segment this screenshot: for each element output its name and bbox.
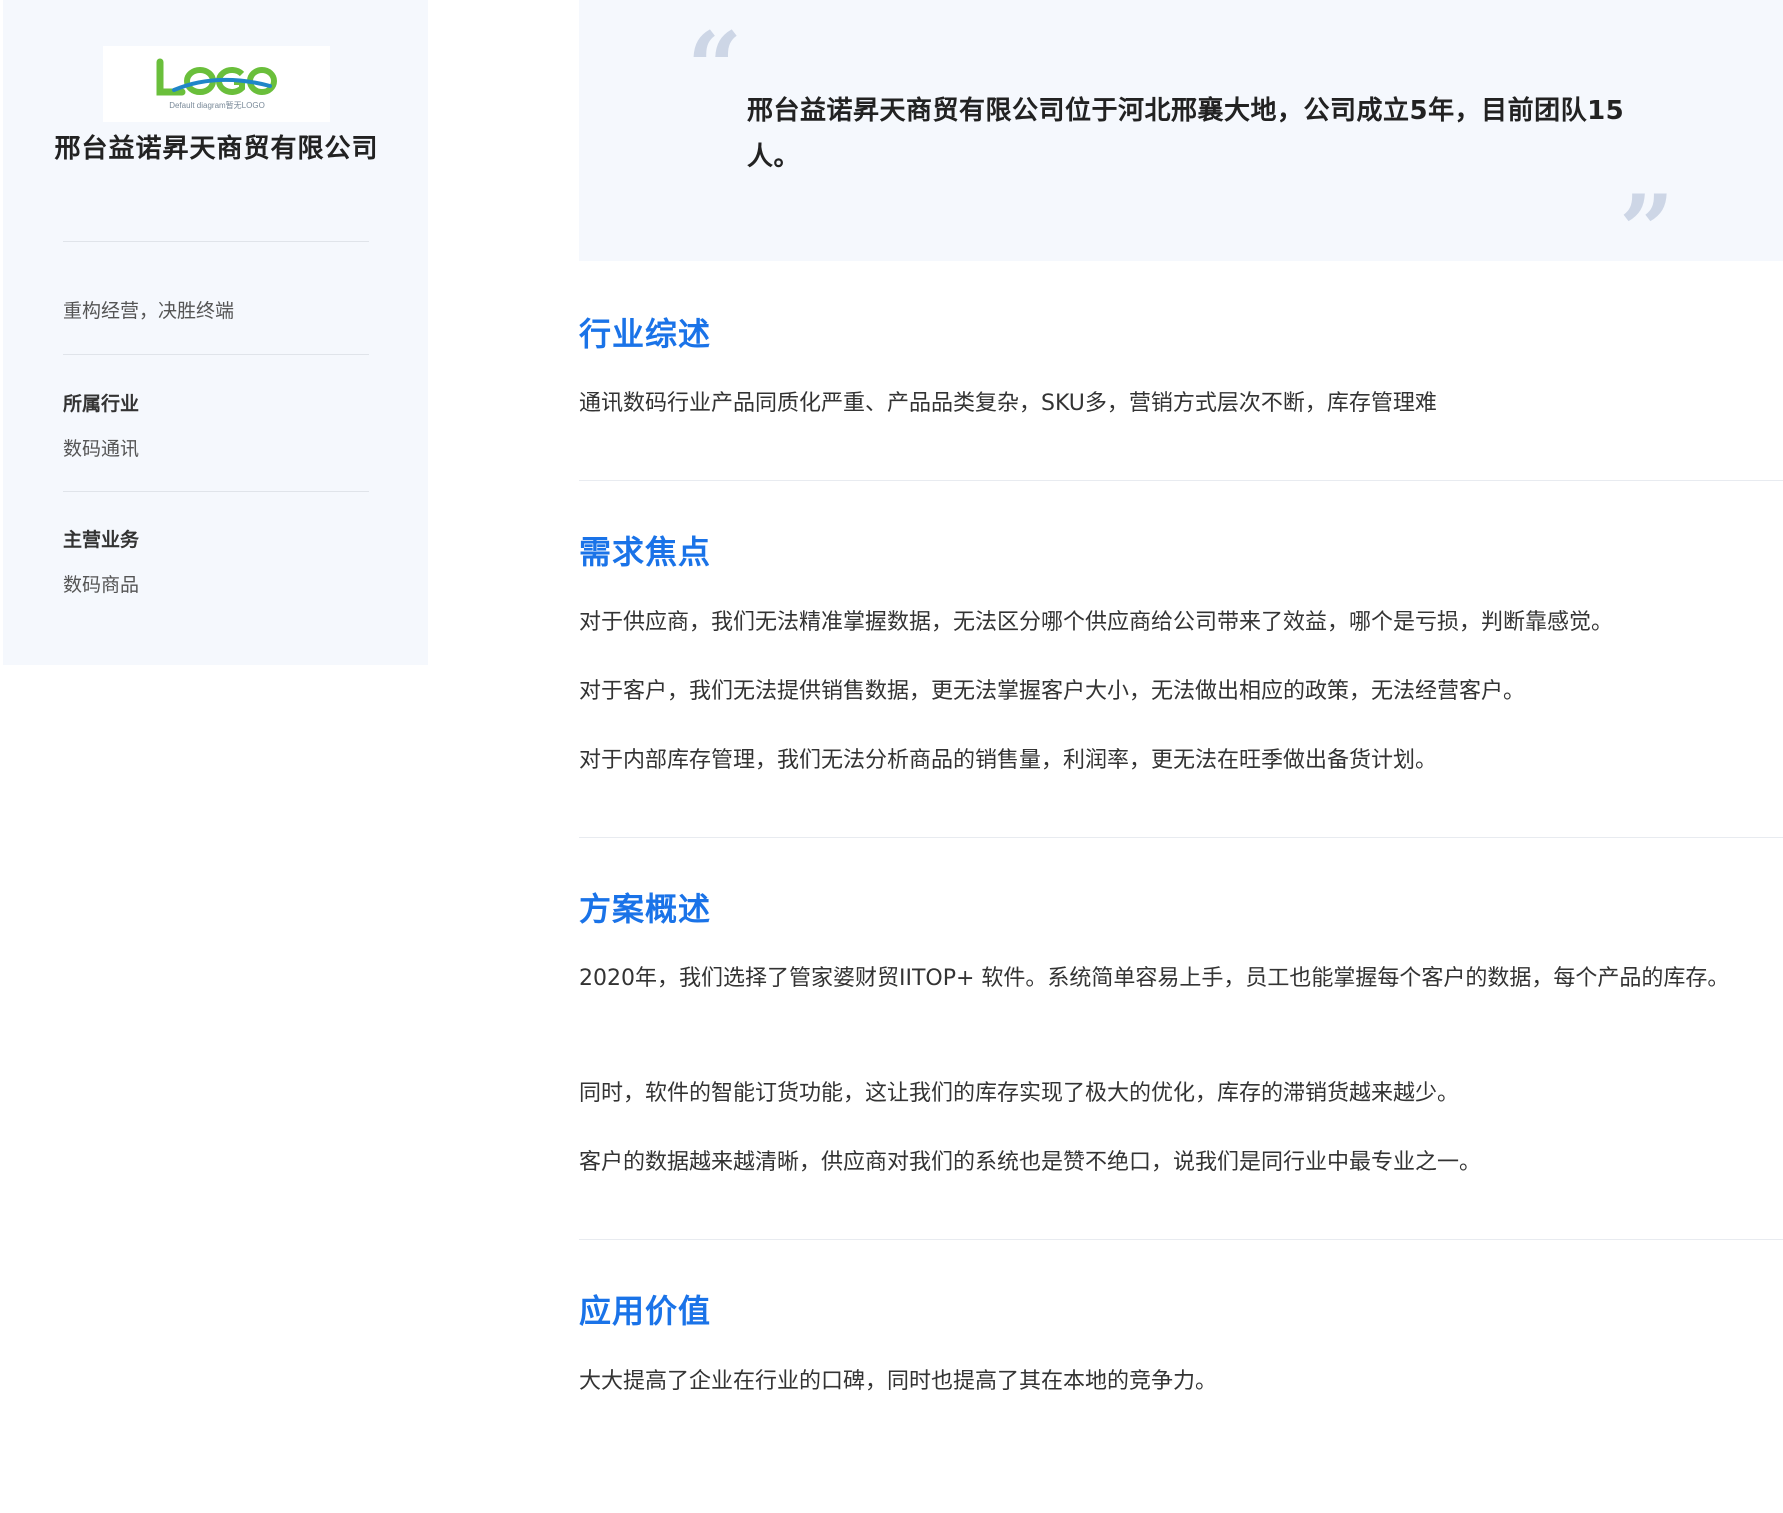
business-label: 主营业务 <box>63 529 140 551</box>
solution-overview-paragraph: 客户的数据越来越清晰，供应商对我们的系统也是赞不绝口，说我们是同行业中最专业之一… <box>579 1150 1482 1175</box>
section-title-demand-focus: 需求焦点 <box>579 533 712 571</box>
open-quote-icon: “ <box>687 11 743 124</box>
section-title-industry-overview: 行业综述 <box>579 315 712 353</box>
logo-subtext: Default diagram暂无LOGO <box>169 100 265 110</box>
company-intro-quote: 邢台益诺昇天商贸有限公司位于河北邢襄大地，公司成立5年，目前团队15人。 <box>747 96 1625 172</box>
section-divider <box>579 1239 1783 1240</box>
section-title-solution-overview: 方案概述 <box>579 890 712 928</box>
sidebar-divider <box>63 241 369 242</box>
demand-focus-paragraph: 对于客户，我们无法提供销售数据，更无法掌握客户大小，无法做出相应的政策，无法经营… <box>579 679 1526 704</box>
section-divider <box>579 480 1783 481</box>
business-value: 数码商品 <box>63 574 140 596</box>
section-divider <box>579 837 1783 838</box>
company-name: 邢台益诺昇天商贸有限公司 <box>54 134 379 164</box>
sidebar-divider <box>63 354 369 355</box>
company-quote-box: “ 邢台益诺昇天商贸有限公司位于河北邢襄大地，公司成立5年，目前团队15人。 ” <box>579 0 1783 279</box>
application-value-paragraph: 大大提高了企业在行业的口碑，同时也提高了其在本地的竞争力。 <box>579 1369 1218 1394</box>
solution-overview-paragraph: 2020年，我们选择了管家婆财贸IITOP+ 软件。系统简单容易上手，员工也能掌… <box>579 966 1730 991</box>
industry-label: 所属行业 <box>63 393 140 415</box>
solution-overview-paragraph: 同时，软件的智能订货功能，这让我们的库存实现了极大的优化，库存的滞销货越来越少。 <box>579 1081 1460 1106</box>
company-logo: Default diagram暂无LOGO <box>103 46 330 122</box>
industry-overview-paragraph: 通讯数码行业产品同质化严重、产品品类复杂，SKU多，营销方式层次不断，库存管理难 <box>579 391 1437 416</box>
section-title-application-value: 应用价值 <box>579 1292 712 1330</box>
close-quote-icon: ” <box>1619 174 1675 287</box>
company-slogan: 重构经营，决胜终端 <box>63 300 235 322</box>
demand-focus-paragraph: 对于内部库存管理，我们无法分析商品的销售量，利润率，更无法在旺季做出备货计划。 <box>579 748 1438 773</box>
industry-value: 数码通讯 <box>63 438 140 460</box>
logo-image: Default diagram暂无LOGO <box>156 58 277 110</box>
demand-focus-paragraph: 对于供应商，我们无法精准掌握数据，无法区分哪个供应商给公司带来了效益，哪个是亏损… <box>579 610 1614 635</box>
sidebar-divider <box>63 491 369 492</box>
company-sidebar: Default diagram暂无LOGO 邢台益诺昇天商贸有限公司 重构经营，… <box>3 0 428 665</box>
